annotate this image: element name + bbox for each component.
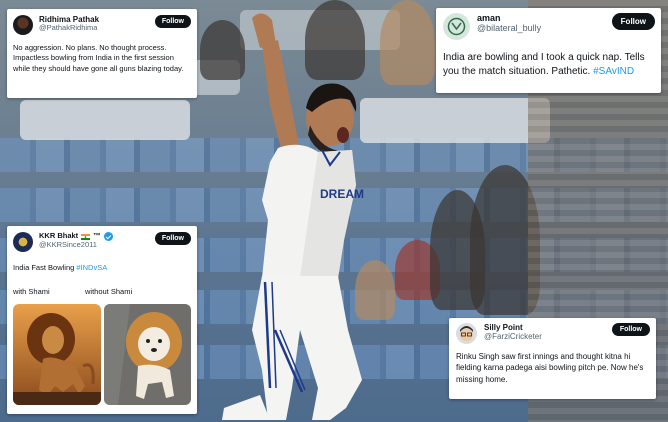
follow-button[interactable]: Follow (611, 323, 650, 336)
jersey-sponsor-text: DREAM (320, 187, 364, 201)
tweet-author-name[interactable]: aman (477, 13, 612, 23)
tweet-text: India Fast Bowling #INDvSA (13, 263, 108, 272)
hashtag-link[interactable]: #INDvSA (76, 263, 107, 272)
tweet-card-kkr: KKR Bhakt ™ @KKRSince2011 Follow India F… (7, 226, 197, 414)
dog-in-lion-mane-image[interactable] (103, 304, 191, 405)
tweet-text: India are bowling and I took a quick nap… (443, 52, 645, 77)
tweet-text: No aggression. No plans. No thought proc… (13, 43, 184, 73)
tweet-text: Rinku Singh saw first innings and though… (456, 352, 644, 384)
tweet-author-handle[interactable]: @PathakRidhima (39, 24, 155, 33)
tweet-author-handle[interactable]: @KKRSince2011 (39, 240, 155, 250)
label-without-shami: without Shami (85, 287, 133, 296)
avatar-logo-icon (447, 17, 466, 36)
avatar[interactable] (443, 13, 470, 40)
tweet-author-name[interactable]: Silly Point (484, 323, 612, 332)
tweet-card-silly-point: Silly Point @FarziCricketer Follow Rinku… (449, 318, 656, 399)
avatar[interactable] (13, 232, 33, 252)
follow-button[interactable]: Follow (154, 15, 191, 28)
india-flag-icon (81, 233, 91, 240)
tweet-author-handle[interactable]: @bilateral_bully (477, 23, 612, 33)
avatar[interactable] (13, 15, 33, 35)
avatar-cartoon-icon (460, 326, 473, 342)
tweet-author-handle[interactable]: @FarziCricketer (484, 332, 612, 341)
label-with-shami: with Shami (13, 287, 50, 296)
verified-badge-icon (103, 232, 113, 241)
avatar[interactable] (456, 323, 477, 344)
follow-button[interactable]: Follow (154, 232, 191, 245)
tweet-card-ridhima: Ridhima Pathak @PathakRidhima Follow No … (7, 9, 197, 98)
tweet-card-aman: aman @bilateral_bully Follow India are b… (436, 8, 661, 93)
lion-image[interactable] (13, 304, 101, 405)
hashtag-link[interactable]: #SAvIND (593, 66, 634, 77)
follow-button[interactable]: Follow (611, 13, 655, 30)
